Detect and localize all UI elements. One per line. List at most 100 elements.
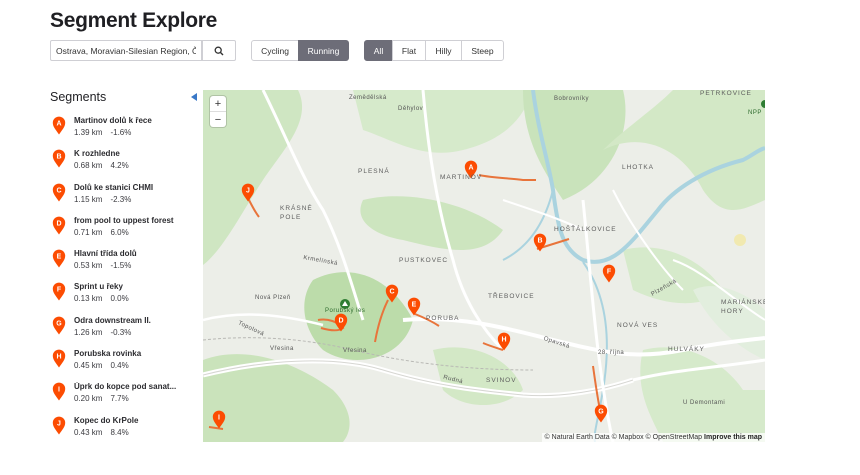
svg-text:D: D [56, 220, 61, 227]
segment-item-h[interactable]: H Porubska rovinka 0.45 km 0.4% [52, 349, 192, 382]
map-pin-icon: H [52, 349, 66, 368]
terrain-hilly-button[interactable]: Hilly [425, 40, 462, 61]
segment-distance: 0.13 km [74, 294, 103, 304]
svg-text:I: I [58, 387, 60, 394]
segment-distance: 0.71 km [74, 227, 103, 237]
svg-text:F: F [57, 287, 62, 294]
segment-item-c[interactable]: C Dolů ke stanici CHMI 1.15 km -2.3% [52, 183, 192, 216]
map-label: PUSTKOVEC [399, 257, 449, 264]
segment-distance: 0.43 km [74, 427, 103, 437]
segment-name[interactable]: Sprint u řeky [74, 282, 192, 291]
segment-name[interactable]: Hlavní třída dolů [74, 249, 192, 258]
segment-stats: 0.20 km 7.7% [74, 394, 129, 403]
segment-stats: 0.68 km 4.2% [74, 161, 129, 170]
svg-text:E: E [412, 302, 417, 309]
segment-stats: 0.71 km 6.0% [74, 228, 129, 237]
terrain-flat-button[interactable]: Flat [392, 40, 426, 61]
svg-text:D: D [338, 318, 343, 325]
map-label: Zemědělská [349, 95, 387, 101]
segment-stats: 0.43 km 8.4% [74, 428, 129, 437]
terrain-all-button[interactable]: All [364, 40, 393, 61]
segment-stats: 1.15 km -2.3% [74, 195, 131, 204]
segment-name[interactable]: from pool to uppest forest [74, 216, 192, 225]
map-pin-icon: D [52, 216, 66, 235]
segment-stats: 0.53 km -1.5% [74, 261, 131, 270]
map-label: SVINOV [486, 377, 517, 384]
segment-item-e[interactable]: E Hlavní třída dolů 0.53 km -1.5% [52, 249, 192, 282]
segment-name[interactable]: Kopec do KrPole [74, 416, 192, 425]
map-pin-icon: E [52, 249, 66, 268]
svg-text:B: B [537, 238, 542, 245]
segment-grade: 8.4% [110, 427, 129, 437]
map-label: LHOTKA [622, 164, 655, 171]
map-canvas[interactable]: A B C D E F G H I J [203, 90, 765, 442]
map-label: NOVÁ VES [617, 322, 659, 329]
map-pin-icon: C [52, 183, 66, 202]
sport-running-button[interactable]: Running [298, 40, 349, 61]
map-label: Porubský les [325, 308, 366, 314]
svg-text:J: J [246, 188, 250, 195]
terrain-steep-button[interactable]: Steep [461, 40, 504, 61]
zoom-in-button[interactable]: + [210, 96, 226, 111]
location-search-input[interactable] [50, 40, 202, 61]
segment-name[interactable]: Martinov dolů k řece [74, 116, 192, 125]
segment-stats: 0.45 km 0.4% [74, 361, 129, 370]
svg-text:A: A [56, 121, 61, 128]
svg-text:A: A [468, 165, 473, 172]
sport-filter: Cycling Running [251, 40, 349, 61]
map-pin-icon: I [52, 382, 66, 401]
sport-cycling-button[interactable]: Cycling [251, 40, 299, 61]
map-label: 28. října [598, 350, 625, 356]
segment-item-j[interactable]: J Kopec do KrPole 0.43 km 8.4% [52, 416, 192, 449]
map-label: Nová Plzeň [255, 295, 291, 301]
segment-name[interactable]: Dolů ke stanici CHMI [74, 183, 192, 192]
segment-name[interactable]: Porubska rovinka [74, 349, 192, 358]
segment-item-a[interactable]: A Martinov dolů k řece 1.39 km -1.6% [52, 116, 192, 149]
segment-item-i[interactable]: I Úprk do kopce pod sanat... 0.20 km 7.7% [52, 382, 192, 415]
collapse-sidebar-icon[interactable] [191, 93, 197, 101]
map-label: PETRKOVICE [700, 90, 752, 97]
attribution-natural-earth[interactable]: © Natural Earth Data [545, 434, 610, 441]
svg-text:C: C [389, 289, 394, 296]
segment-grade: 0.4% [110, 361, 129, 371]
segment-map[interactable]: A B C D E F G H I J Zemědělská Děhylov B… [203, 90, 765, 442]
svg-text:J: J [57, 420, 61, 427]
map-label: KRÁSNÉ POLE [280, 205, 313, 221]
map-label: HULVÁKY [668, 346, 705, 353]
segment-grade: -1.5% [110, 261, 132, 271]
attribution-mapbox[interactable]: © Mapbox [612, 434, 644, 441]
segment-distance: 0.45 km [74, 361, 103, 371]
zoom-out-button[interactable]: − [210, 111, 226, 127]
svg-text:B: B [56, 154, 61, 161]
segment-distance: 1.39 km [74, 128, 103, 137]
segment-stats: 1.39 km -1.6% [74, 128, 131, 137]
segment-distance: 0.68 km [74, 161, 103, 171]
segment-grade: 4.2% [110, 161, 129, 171]
map-label: HOŠŤÁLKOVICE [554, 226, 617, 233]
segment-item-b[interactable]: B K rozhledne 0.68 km 4.2% [52, 149, 192, 182]
segment-grade: -2.3% [110, 194, 132, 204]
svg-text:C: C [56, 187, 61, 194]
segments-heading: Segments [50, 90, 107, 104]
search-button[interactable] [202, 40, 236, 61]
segment-name[interactable]: Odra downstream II. [74, 316, 192, 325]
map-pin-icon: G [52, 316, 66, 335]
segment-distance: 0.20 km [74, 394, 103, 404]
segment-distance: 1.26 km [74, 327, 103, 337]
segment-grade: 0.0% [110, 294, 129, 304]
segment-grade: 7.7% [110, 394, 129, 404]
segment-name[interactable]: K rozhledne [74, 149, 192, 158]
segment-name[interactable]: Úprk do kopce pod sanat... [74, 382, 192, 391]
segment-item-d[interactable]: D from pool to uppest forest 0.71 km 6.0% [52, 216, 192, 249]
map-pin-icon: J [52, 416, 66, 435]
segment-item-f[interactable]: F Sprint u řeky 0.13 km 0.0% [52, 282, 192, 315]
map-attribution: © Natural Earth Data © Mapbox © OpenStre… [541, 433, 765, 442]
map-label: Děhylov [398, 106, 424, 112]
svg-text:H: H [501, 337, 506, 344]
segment-item-g[interactable]: G Odra downstream II. 1.26 km -0.3% [52, 316, 192, 349]
map-label: PORUBA [426, 315, 460, 322]
map-label: PLESNÁ [358, 168, 390, 175]
svg-text:H: H [56, 354, 61, 361]
attribution-osm[interactable]: © OpenStreetMap [646, 434, 703, 441]
improve-map-link[interactable]: Improve this map [704, 434, 762, 441]
